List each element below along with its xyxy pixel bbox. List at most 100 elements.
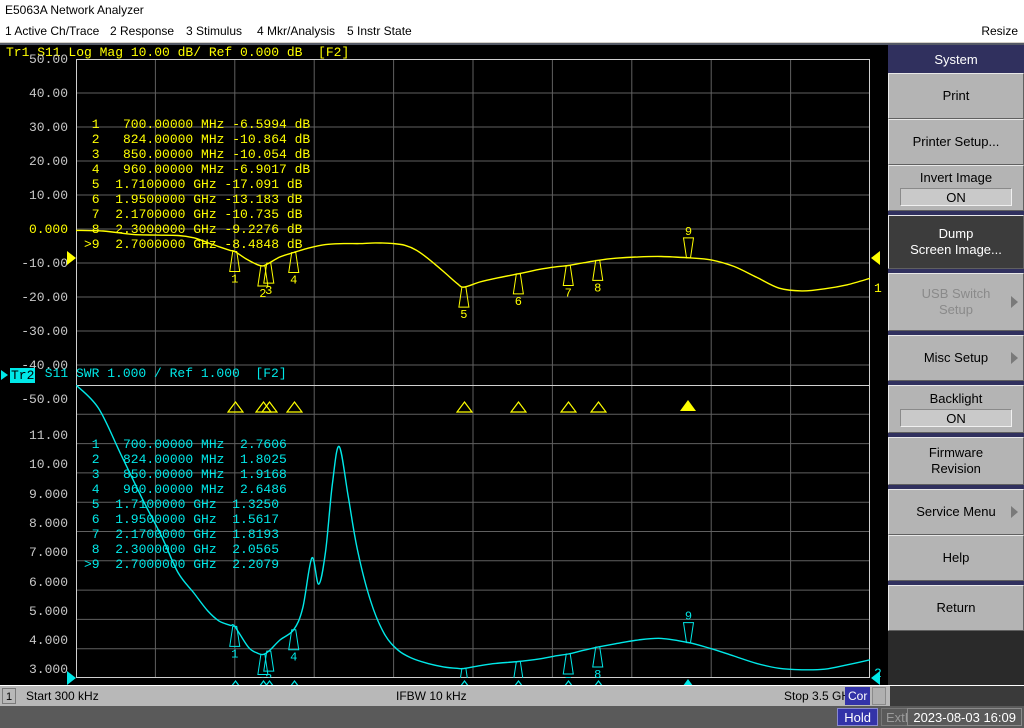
svg-text:3: 3 [265,284,272,298]
trace2-y-axis: 11.0010.009.0008.0007.0006.0005.0004.000… [0,375,68,675]
status-slot [872,687,886,705]
y-tick-label: 9.000 [29,488,68,501]
softkey-label-line2: Screen Image... [910,242,1002,258]
ifbw-value[interactable]: IFBW 10 kHz [396,689,467,703]
trace1-ref-arrow-left [67,251,76,265]
menu-stimulus[interactable]: 3 Stimulus [186,20,242,42]
trace2-title[interactable]: S11 SWR 1.000 / Ref 1.000 [F2] [37,366,287,381]
menu-bar: 1 Active Ch/Trace 2 Response 3 Stimulus … [0,20,1024,42]
marker-triangle[interactable] [456,400,473,412]
y-tick-label: 11.00 [29,429,68,442]
menu-instr-state[interactable]: 5 Instr State [347,20,412,42]
softkey-label-line1: Firmware [929,445,983,461]
softkey-toggle-value[interactable]: ON [900,188,1012,206]
softkey-label: Misc Setup [924,350,988,366]
app-title: E5063A Network Analyzer [5,0,144,20]
softkey-label: Print [943,88,970,104]
y-tick-label: 5.000 [29,605,68,618]
hold-status-badge[interactable]: Hold [837,708,878,726]
status-bar: 1 Start 300 kHz IFBW 10 kHz Stop 3.5 GHz… [0,685,1024,706]
menu-mkr-analysis[interactable]: 4 Mkr/Analysis [257,20,335,42]
softkey-misc-setup[interactable]: Misc Setup [888,335,1024,381]
svg-text:9: 9 [685,610,692,624]
softkey-dump[interactable]: DumpScreen Image... [888,215,1024,269]
y-tick-label: -10.00 [21,257,68,270]
y-tick-label: 40.00 [29,87,68,100]
softkey-label: Service Menu [916,504,995,520]
svg-text:4: 4 [290,273,297,287]
svg-text:3: 3 [265,672,272,678]
marker-triangle[interactable] [560,400,577,412]
svg-text:8: 8 [594,281,601,295]
softkey-print[interactable]: Print [888,73,1024,119]
trace1-label: 1 [874,281,882,296]
softkey-firmware[interactable]: FirmwareRevision [888,437,1024,485]
y-tick-label: 7.000 [29,546,68,559]
marker-triangle[interactable] [510,400,527,412]
marker-triangle[interactable] [590,400,607,412]
trace1-y-axis: 50.0040.0030.0020.0010.000.000-10.00-20.… [0,45,68,399]
instrument-display: Tr1 S11 Log Mag 10.00 dB/ Ref 0.000 dB [… [0,43,1024,685]
softkey-toggle-value[interactable]: ON [900,409,1012,427]
trace1-ref-arrow-right [871,251,880,265]
softkey-filler [888,631,1024,685]
graph-area: Tr1 S11 Log Mag 10.00 dB/ Ref 0.000 dB [… [0,45,886,685]
y-tick-label: 20.00 [29,155,68,168]
softkey-label-line2: Setup [939,302,973,318]
softkey-usb-switch: USB SwitchSetup [888,273,1024,331]
marker-triangle[interactable] [680,400,696,411]
y-tick-label: 50.00 [29,53,68,66]
trace2-ref-arrow-left [67,671,76,685]
trace2-label: 2 [874,666,882,681]
softkey-header: System [888,45,1024,73]
softkey-label: Backlight [930,391,983,407]
softkey-backlight[interactable]: Backlight ON [888,385,1024,433]
softkey-invert-image[interactable]: Invert Image ON [888,165,1024,211]
y-tick-label: 4.000 [29,634,68,647]
svg-text:1: 1 [231,272,238,286]
svg-text:4: 4 [290,651,297,665]
marker-triangle[interactable] [227,400,244,412]
svg-text:9: 9 [685,225,692,239]
resize-button[interactable]: Resize [981,20,1018,42]
softkey-printer-setup[interactable]: Printer Setup... [888,119,1024,165]
network-analyzer-window: E5063A Network Analyzer 1 Active Ch/Trac… [0,0,1024,728]
trace2-marker-table: 1 700.00000 MHz 2.7606 2 824.00000 MHz 1… [84,437,287,572]
status-filler [890,686,1024,706]
bottom-bar: Hold ExtRef 2023-08-03 16:09 [0,706,1024,728]
softkey-label-line1: Dump [939,226,974,242]
svg-text:7: 7 [565,286,572,300]
softkey-label-line1: USB Switch [922,286,991,302]
svg-text:5: 5 [460,308,467,322]
menu-active-ch-trace[interactable]: 1 Active Ch/Trace [5,20,99,42]
softkey-label: Printer Setup... [913,134,1000,150]
softkey-menu: System Print Printer Setup... Invert Image O… [886,45,1024,685]
softkey-label-line2: Revision [931,461,981,477]
y-tick-label: 8.000 [29,517,68,530]
svg-text:7: 7 [565,675,572,678]
softkey-help[interactable]: Help [888,535,1024,581]
y-tick-label: 6.000 [29,576,68,589]
y-tick-label: 10.00 [29,189,68,202]
correction-badge: Cor [845,687,870,705]
menu-response[interactable]: 2 Response [110,20,174,42]
channel-number: 1 [2,688,16,704]
start-frequency[interactable]: Start 300 kHz [26,689,99,703]
softkey-service-menu[interactable]: Service Menu [888,489,1024,535]
svg-text:8: 8 [594,668,601,678]
svg-text:6: 6 [515,295,522,309]
softkey-label: Help [943,550,970,566]
title-bar: E5063A Network Analyzer [0,0,1024,20]
chevron-right-icon [1011,506,1018,518]
softkey-return[interactable]: Return [888,585,1024,631]
svg-text:1: 1 [231,647,238,661]
marker-triangle[interactable] [286,400,303,412]
chevron-right-icon [1011,296,1018,308]
softkey-label: Invert Image [920,170,992,186]
y-tick-label: 30.00 [29,121,68,134]
datetime-display: 2023-08-03 16:09 [907,708,1022,726]
trace1-marker-table: 1 700.00000 MHz -6.5994 dB 2 824.00000 M… [84,117,310,252]
y-tick-label: 3.000 [29,663,68,676]
marker-triangle[interactable] [261,400,278,412]
y-tick-label: -20.00 [21,291,68,304]
